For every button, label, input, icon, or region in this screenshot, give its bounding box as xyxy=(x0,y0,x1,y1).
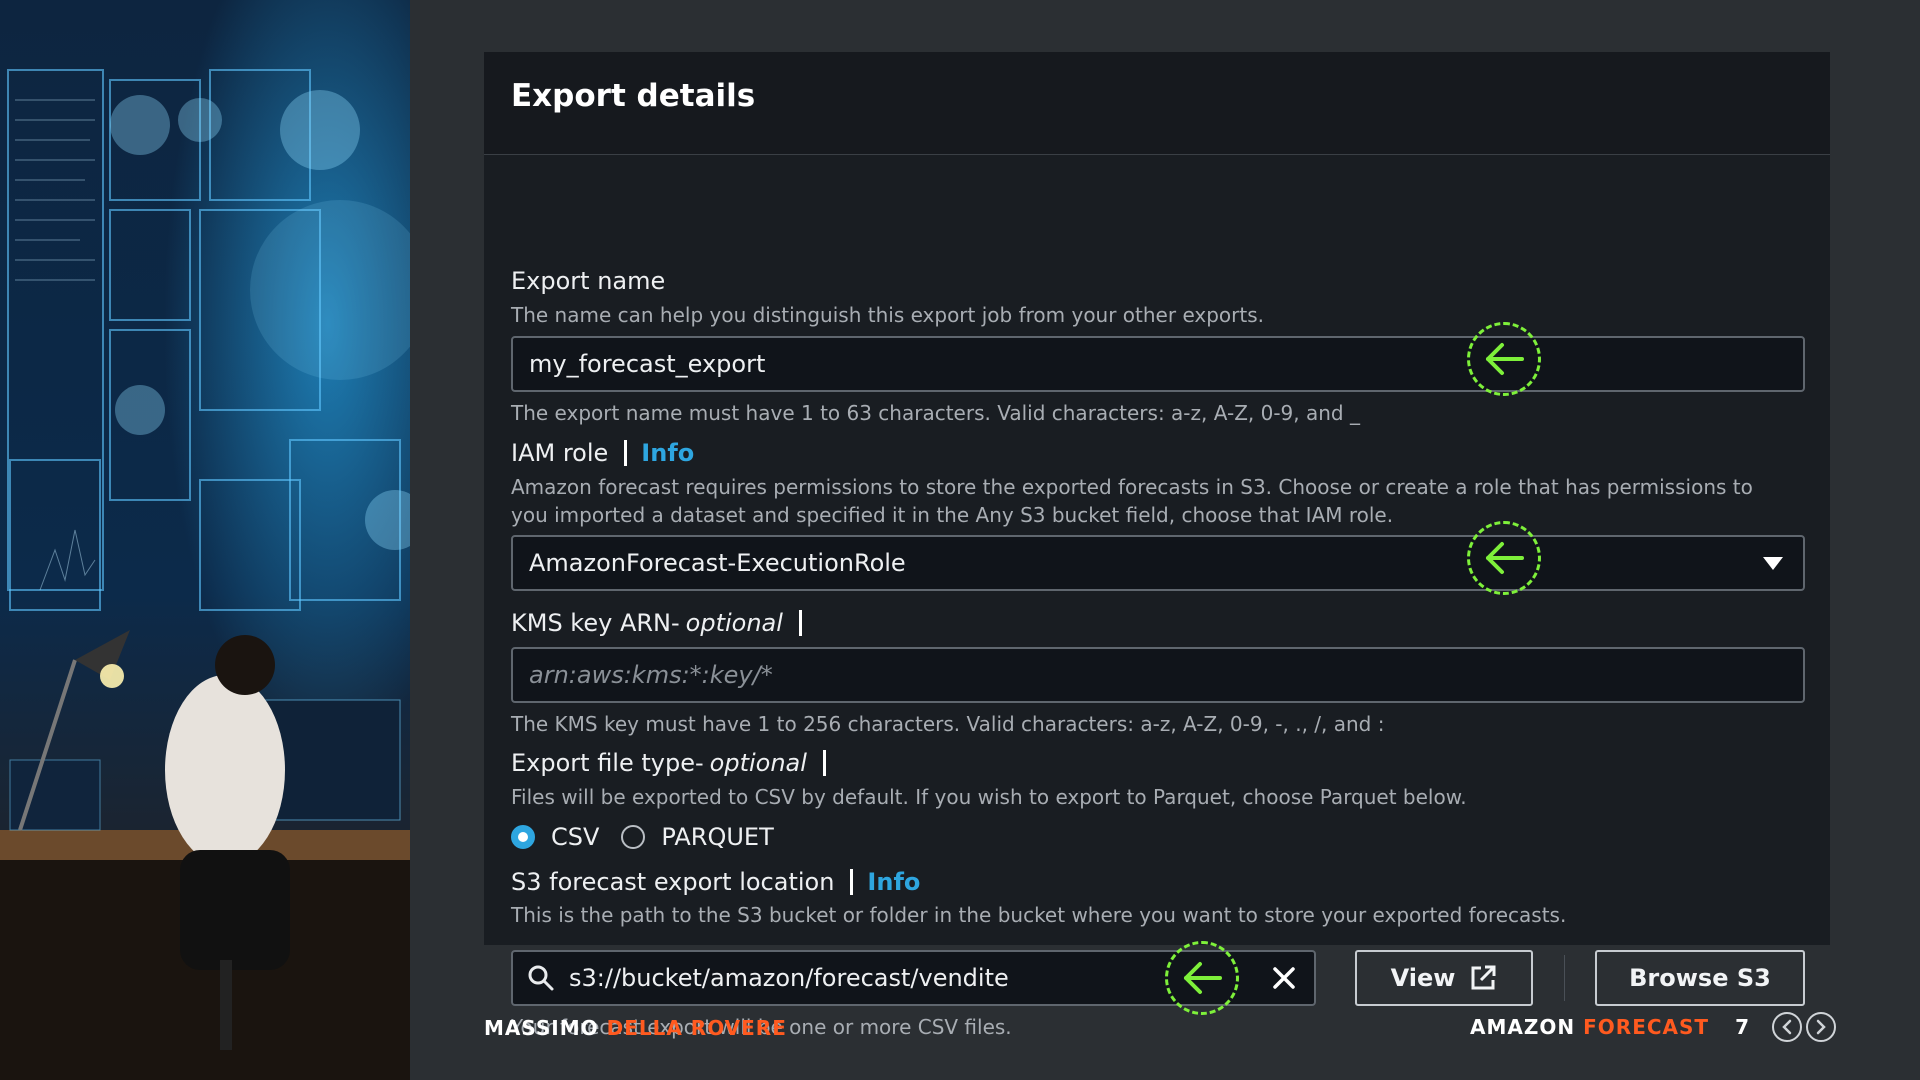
export-name-label: Export name xyxy=(511,267,665,295)
panel-header: Export details xyxy=(484,52,1830,155)
view-button-label: View xyxy=(1390,964,1456,992)
kms-key-label-text: KMS key ARN- xyxy=(511,609,680,637)
s3-location-description: This is the path to the S3 bucket or fol… xyxy=(511,903,1567,927)
kms-key-constraint: The KMS key must have 1 to 256 character… xyxy=(511,712,1385,736)
clear-icon[interactable] xyxy=(1268,962,1300,1000)
topic-last: FORECAST xyxy=(1583,1015,1710,1039)
panel-title: Export details xyxy=(511,78,756,114)
iam-role-select[interactable]: AmazonForecast-ExecutionRole xyxy=(511,535,1805,591)
radio-csv-label: CSV xyxy=(551,823,600,851)
s3-location-value: s3://bucket/amazon/forecast/vendite xyxy=(569,964,1009,992)
file-type-radio-group: CSV PARQUET xyxy=(511,823,796,851)
view-button[interactable]: View xyxy=(1355,950,1533,1006)
export-name-value: my_forecast_export xyxy=(529,350,766,378)
footer-nav: AMAZON FORECAST 7 xyxy=(1470,1012,1836,1042)
label-separator xyxy=(624,440,628,466)
s3-location-label-text: S3 forecast export location xyxy=(511,868,835,896)
iam-role-label-text: IAM role xyxy=(511,439,609,467)
label-separator xyxy=(798,610,802,636)
iam-role-description-1: Amazon forecast requires permissions to … xyxy=(511,475,1753,499)
iam-role-selected: AmazonForecast-ExecutionRole xyxy=(529,549,906,577)
radio-parquet[interactable]: PARQUET xyxy=(621,823,774,851)
previous-slide-icon[interactable] xyxy=(1772,1012,1802,1042)
kms-key-input[interactable]: arn:aws:kms:*:key/* xyxy=(511,647,1805,703)
export-name-description: The name can help you distinguish this e… xyxy=(511,303,1265,327)
author-first-name: MASSIMO xyxy=(484,1016,599,1040)
next-slide-icon[interactable] xyxy=(1806,1012,1836,1042)
iam-role-label: IAM role Info xyxy=(511,439,694,467)
author-last-name: DELLA ROVERE xyxy=(606,1016,787,1040)
radio-csv[interactable]: CSV xyxy=(511,823,599,851)
file-type-optional: optional xyxy=(709,749,807,777)
file-type-description: Files will be exported to CSV by default… xyxy=(511,785,1467,809)
button-divider xyxy=(1564,955,1565,1001)
search-icon xyxy=(513,964,569,992)
kms-key-placeholder: arn:aws:kms:*:key/* xyxy=(529,661,773,689)
file-type-label-text: Export file type- xyxy=(511,749,704,777)
page-number: 7 xyxy=(1735,1015,1750,1039)
browse-s3-button[interactable]: Browse S3 xyxy=(1595,950,1805,1006)
export-name-input[interactable]: my_forecast_export xyxy=(511,336,1805,392)
iam-role-info-link[interactable]: Info xyxy=(641,439,694,467)
browse-s3-label: Browse S3 xyxy=(1629,964,1771,992)
arrow-left-icon xyxy=(1165,941,1239,1015)
label-separator xyxy=(822,750,826,776)
hero-illustration xyxy=(0,0,410,1080)
caret-down-icon xyxy=(1763,557,1783,570)
radio-parquet-label: PARQUET xyxy=(661,823,774,851)
topic-first: AMAZON xyxy=(1470,1015,1576,1039)
arrow-left-icon xyxy=(1467,322,1541,396)
radio-unchecked-icon[interactable] xyxy=(621,825,646,849)
label-separator xyxy=(850,869,854,895)
file-type-label: Export file type- optional xyxy=(511,749,840,777)
export-details-panel: Export details Export name The name can … xyxy=(484,52,1830,1039)
export-name-label-text: Export name xyxy=(511,267,666,295)
radio-checked-icon[interactable] xyxy=(511,825,535,849)
arrow-left-icon xyxy=(1467,521,1541,595)
iam-role-description-2: you imported a dataset and specified it … xyxy=(511,503,1394,527)
kms-key-optional: optional xyxy=(685,609,783,637)
export-name-constraint: The export name must have 1 to 63 charac… xyxy=(511,401,1360,425)
s3-location-info-link[interactable]: Info xyxy=(867,868,920,896)
kms-key-label: KMS key ARN- optional xyxy=(511,609,816,637)
footer-author: MASSIMO DELLA ROVERE xyxy=(484,1016,787,1040)
s3-location-label: S3 forecast export location Info xyxy=(511,868,920,896)
external-link-icon xyxy=(1469,964,1497,992)
